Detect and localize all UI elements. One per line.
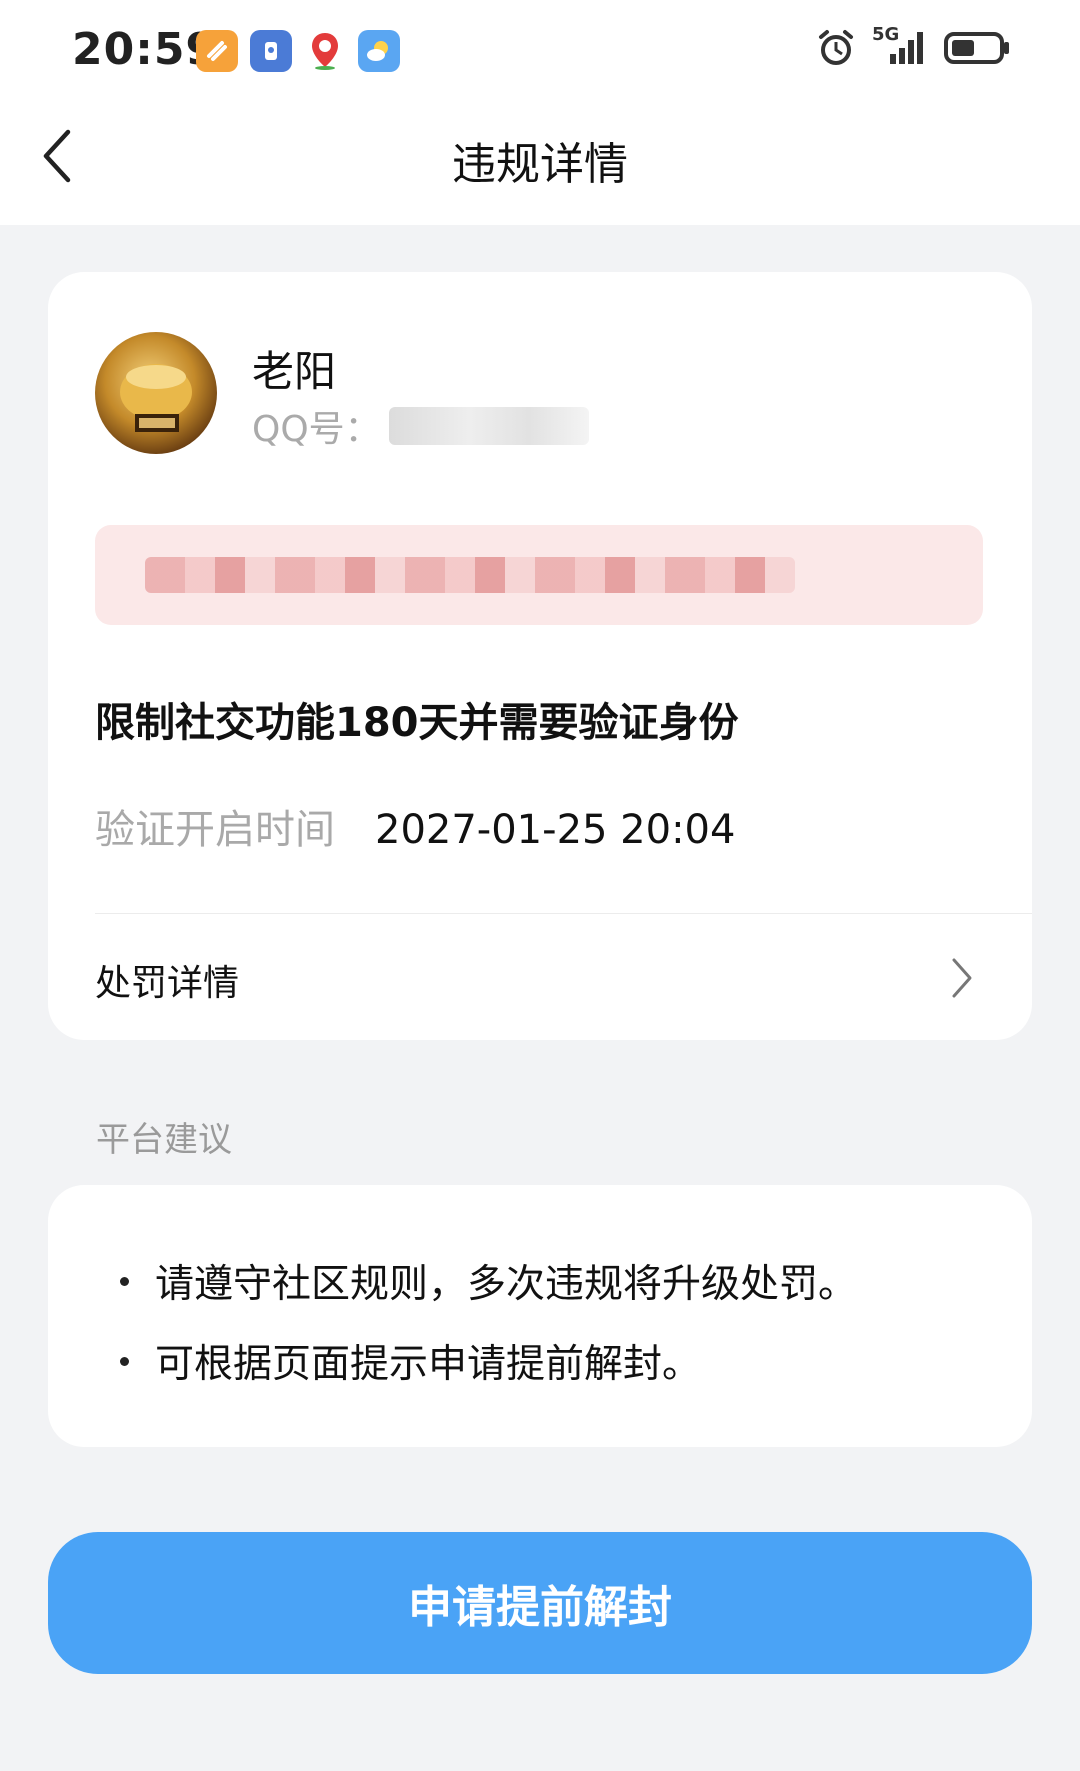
page-title: 违规详情 xyxy=(452,139,628,190)
avatar[interactable] xyxy=(95,332,217,454)
violation-card: 老阳 QQ号： 限制社交功能180天并需要验证身份 验证开启时间 2027-01… xyxy=(48,272,1032,1040)
suggestions-card: 请遵守社区规则，多次违规将升级处罚。 可根据页面提示申请提前解封。 xyxy=(48,1185,1032,1447)
qq-label: QQ号： xyxy=(252,409,381,450)
violation-notice xyxy=(95,525,983,625)
penalty-title: 限制社交功能180天并需要验证身份 xyxy=(95,700,739,746)
signal-icon: 5G xyxy=(872,24,928,66)
status-app-icons xyxy=(196,30,400,72)
verify-time-label: 验证开启时间 xyxy=(95,807,335,853)
user-name: 老阳 xyxy=(252,347,337,396)
suggestion-item: 请遵守社区规则，多次违规将升级处罚。 xyxy=(120,1253,857,1309)
penalty-details-row[interactable]: 处罚详情 xyxy=(48,914,1032,1040)
alarm-icon xyxy=(819,30,853,65)
bullet-icon xyxy=(120,1276,129,1286)
status-indicators: 5G xyxy=(816,24,1012,68)
verify-time-row: 验证开启时间 2027-01-25 20:04 xyxy=(95,797,735,855)
suggestion-text: 可根据页面提示申请提前解封。 xyxy=(155,1342,702,1387)
notice-text-redacted xyxy=(145,557,795,593)
app-blue-icon xyxy=(250,30,292,72)
bullet-icon xyxy=(120,1356,129,1366)
qq-number: QQ号： xyxy=(252,400,589,452)
suggestions-section-title: 平台建议 xyxy=(96,1120,232,1160)
verify-time-value: 2027-01-25 20:04 xyxy=(375,807,736,853)
qq-number-redacted xyxy=(388,407,589,445)
apply-early-unban-button[interactable]: 申请提前解封 xyxy=(48,1532,1032,1674)
battery-icon xyxy=(944,32,1009,64)
chevron-right-icon xyxy=(952,958,972,998)
network-label: 5G xyxy=(872,24,900,45)
app-orange-icon xyxy=(196,30,238,72)
map-pin-icon xyxy=(304,30,346,72)
weather-icon xyxy=(358,30,400,72)
penalty-details-label: 处罚详情 xyxy=(95,963,240,1004)
top-bar: 20:59 5G 违规详情 xyxy=(0,0,1080,225)
suggestion-text: 请遵守社区规则，多次违规将升级处罚。 xyxy=(155,1262,858,1307)
suggestion-item: 可根据页面提示申请提前解封。 xyxy=(120,1333,701,1389)
